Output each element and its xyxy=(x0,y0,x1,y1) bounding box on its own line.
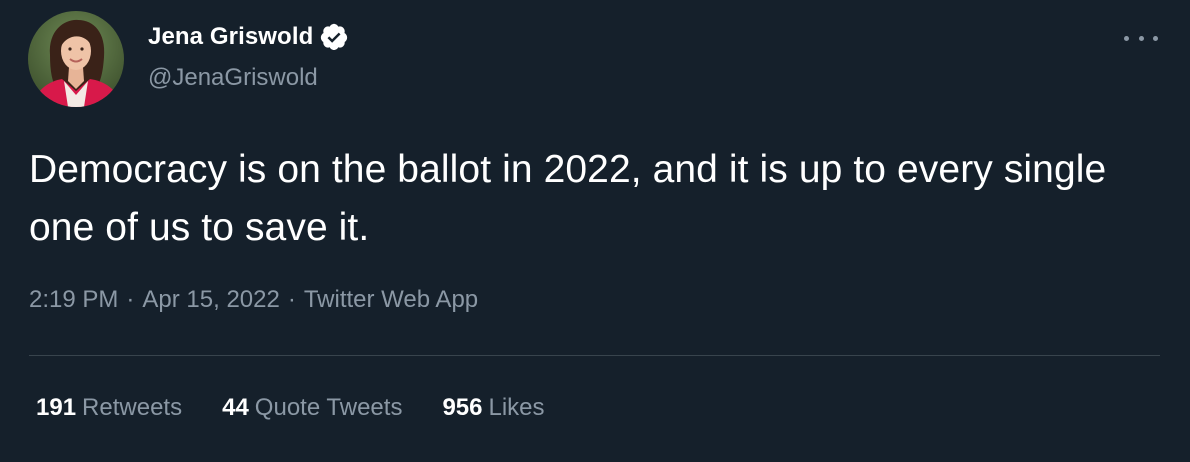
tweet-card: Jena Griswold @JenaGriswold Democracy is… xyxy=(0,0,1190,462)
dot xyxy=(1124,35,1129,41)
likes-label: Likes xyxy=(488,394,545,421)
tweet-source[interactable]: Twitter Web App xyxy=(304,286,478,313)
tweet-text: Democracy is on the ballot in 2022, and … xyxy=(29,148,1107,249)
separator: · xyxy=(287,286,296,313)
retweets-stat[interactable]: 191 Retweets xyxy=(36,394,182,422)
more-options-icon[interactable] xyxy=(1124,28,1158,48)
tweet-metadata: 2:19 PM · Apr 15, 2022 · Twitter Web App xyxy=(29,286,478,314)
author-display-name[interactable]: Jena Griswold xyxy=(148,23,313,51)
avatar[interactable] xyxy=(28,11,124,107)
verified-badge-icon xyxy=(321,23,348,51)
tweet-date[interactable]: Apr 15, 2022 xyxy=(142,286,279,313)
profile-photo-icon xyxy=(28,11,124,107)
dot xyxy=(1138,35,1144,41)
dot xyxy=(1153,35,1158,41)
tweet-time[interactable]: 2:19 PM xyxy=(29,286,118,313)
retweets-count: 191 xyxy=(36,394,77,421)
likes-count: 956 xyxy=(442,394,483,421)
quote-tweets-label: Quote Tweets xyxy=(254,394,403,421)
engagement-stats: 191 Retweets 44 Quote Tweets 956 Likes xyxy=(36,394,545,422)
separator: · xyxy=(126,286,135,313)
quote-tweets-count: 44 xyxy=(222,394,249,421)
author-name-row: Jena Griswold xyxy=(148,22,349,52)
likes-stat[interactable]: 956 Likes xyxy=(442,394,544,422)
quote-tweets-stat[interactable]: 44 Quote Tweets xyxy=(222,394,402,422)
divider xyxy=(29,355,1160,356)
author-handle[interactable]: @JenaGriswold xyxy=(148,64,318,92)
retweets-label: Retweets xyxy=(82,394,183,421)
